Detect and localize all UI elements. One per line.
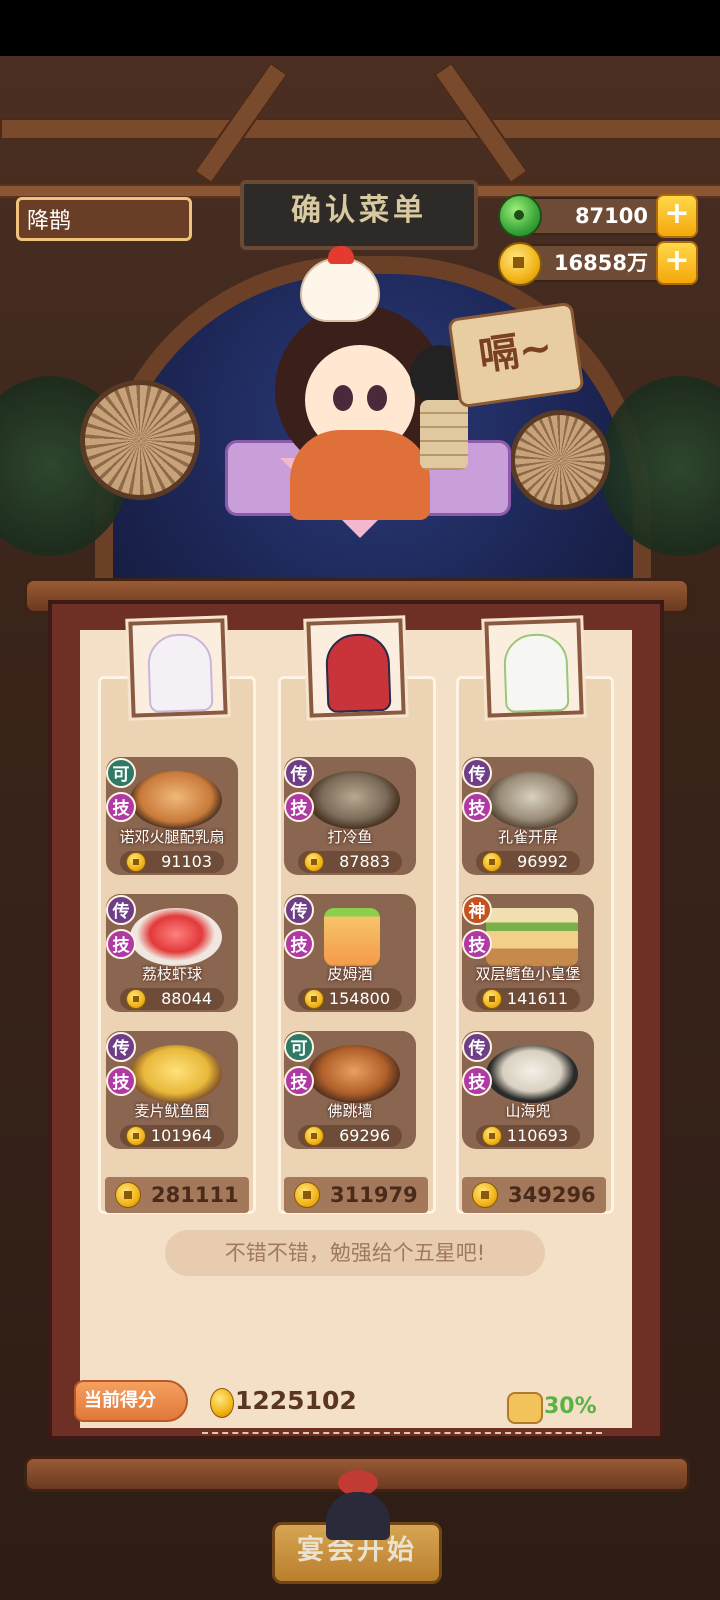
skill-badge: 技 [106, 929, 136, 959]
status-bar [0, 0, 720, 56]
dish-image [130, 908, 222, 966]
rarity-badge: 可 [284, 1032, 314, 1062]
jade-amount: 87100 [574, 204, 648, 228]
jade-icon [498, 194, 542, 238]
rarity-badge: 神 [462, 895, 492, 925]
dish-name: 孔雀开屏 [497, 828, 558, 846]
dish-image [130, 1045, 222, 1103]
skill-badge: 技 [462, 1066, 492, 1096]
coin-icon [210, 1388, 234, 1418]
stacked-bowls-icon [420, 400, 468, 470]
burp-speech-sign: 嗝~ [447, 301, 585, 409]
coin-icon [482, 852, 502, 872]
column-total-value: 349296 [508, 1183, 596, 1207]
coin-icon [304, 1126, 324, 1146]
dish-name: 双层鳕鱼小皇堡 [475, 965, 581, 983]
rarity-badge: 传 [284, 895, 314, 925]
chef-portrait-3[interactable] [484, 618, 584, 718]
skill-badge: 技 [284, 929, 314, 959]
guest-comment: 不错不错，勉强给个五星吧! [165, 1230, 545, 1276]
skill-badge: 技 [462, 929, 492, 959]
column-total-value: 311979 [330, 1183, 418, 1207]
coin-icon [472, 1182, 498, 1208]
dish-name: 佛跳墙 [327, 1102, 373, 1120]
folding-fan-right [510, 410, 610, 510]
hen-hat-icon [300, 246, 380, 322]
rarity-badge: 可 [106, 758, 136, 788]
dish-image [486, 771, 578, 829]
skill-badge: 技 [284, 792, 314, 822]
folding-fan-left [80, 380, 200, 500]
dish-image [308, 771, 400, 829]
add-jade-button[interactable]: + [656, 194, 698, 238]
skill-badge: 技 [106, 1066, 136, 1096]
column-total-value: 281111 [151, 1183, 239, 1207]
coin-icon [126, 989, 146, 1009]
roof-beam [0, 118, 720, 140]
dish-image [308, 1045, 400, 1103]
rarity-badge: 传 [106, 895, 136, 925]
dish-name: 麦片鱿鱼圈 [134, 1102, 210, 1120]
column-total-2: 311979 [284, 1177, 428, 1213]
column-total-3: 349296 [462, 1177, 606, 1213]
chef-portrait-2[interactable] [306, 618, 406, 718]
dish-name: 山海兜 [505, 1102, 551, 1120]
tassel-knot-icon [318, 1460, 398, 1540]
dish-image [486, 1045, 578, 1103]
rarity-badge: 传 [284, 758, 314, 788]
player-name-box: 降鹊 [16, 197, 192, 241]
coin-icon [482, 989, 502, 1009]
skill-badge: 技 [106, 792, 136, 822]
bonus-icon [507, 1392, 543, 1424]
coin-icon [294, 1182, 320, 1208]
current-score-value: 1225102 [235, 1386, 357, 1415]
coin-icon [304, 852, 324, 872]
dish-name: 荔枝虾球 [141, 965, 202, 983]
chef-portrait-1[interactable] [128, 618, 228, 718]
jade-currency: 87100 + [498, 194, 698, 238]
column-total-1: 281111 [105, 1177, 249, 1213]
add-coins-button[interactable]: + [656, 241, 698, 285]
skill-badge: 技 [462, 792, 492, 822]
dish-image [130, 771, 222, 829]
skill-badge: 技 [284, 1066, 314, 1096]
dish-name: 打冷鱼 [327, 828, 373, 846]
score-divider [202, 1432, 602, 1434]
coin-icon [498, 242, 542, 286]
coin-icon [126, 1126, 146, 1146]
current-score-label: 当前得分 [74, 1380, 188, 1422]
rarity-badge: 传 [462, 758, 492, 788]
coin-icon [126, 852, 146, 872]
rarity-badge: 传 [462, 1032, 492, 1062]
coin-icon [482, 1126, 502, 1146]
dish-name: 皮姆酒 [327, 965, 373, 983]
dish-image [324, 908, 380, 966]
coin-currency: 16858万 + [498, 241, 698, 286]
coin-icon [115, 1182, 141, 1208]
menu-confirm-sign: 确认菜单 [240, 180, 478, 250]
dish-name: 诺邓火腿配乳扇 [119, 828, 225, 846]
coin-amount: 16858万 [553, 251, 648, 275]
rarity-badge: 传 [106, 1032, 136, 1062]
coin-icon [304, 989, 324, 1009]
dish-image [486, 908, 578, 966]
bonus-percent: 30% [544, 1394, 597, 1419]
